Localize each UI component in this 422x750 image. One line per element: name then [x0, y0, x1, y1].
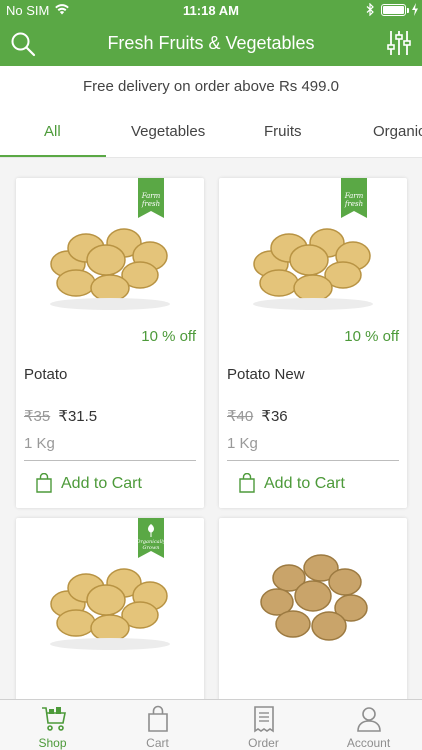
- farm-fresh-badge: Farm fresh: [138, 178, 164, 218]
- app-screen: No SIM 11:18 AM Fresh Fruits & Vegetable…: [0, 0, 422, 750]
- delivery-banner: Free delivery on order above Rs 499.0: [0, 66, 422, 108]
- unit-label: 1 Kg: [227, 435, 258, 452]
- clock: 11:18 AM: [183, 3, 239, 18]
- shopping-bag-icon: [239, 473, 255, 493]
- bluetooth-icon: [366, 3, 374, 16]
- category-tabs: All Vegetables Fruits Organic: [0, 108, 422, 158]
- product-card[interactable]: Organically Grown: [16, 518, 204, 708]
- tab-account-label: Account: [346, 736, 391, 750]
- organically-grown-badge: Organically Grown: [138, 518, 164, 558]
- charging-icon: [412, 3, 418, 16]
- tab-vegetables[interactable]: Vegetables: [131, 123, 205, 140]
- add-to-cart-label: Add to Cart: [264, 475, 345, 492]
- add-to-cart-label: Add to Cart: [61, 475, 142, 492]
- potato-image[interactable]: [239, 538, 387, 658]
- active-tab-indicator: [0, 155, 106, 157]
- shopping-bag-icon: [36, 473, 52, 493]
- add-to-cart-button[interactable]: Add to Cart: [227, 472, 399, 498]
- product-card[interactable]: Farm fresh 10 % off Potato ₹35 ₹31.5 1 K…: [16, 178, 204, 508]
- tab-all[interactable]: All: [44, 123, 61, 140]
- discount-label: 10 % off: [344, 328, 399, 345]
- original-price: ₹40: [227, 408, 254, 425]
- price-row: ₹40 ₹36: [227, 407, 288, 425]
- tab-order[interactable]: Order: [211, 700, 316, 750]
- page-title: Fresh Fruits & Vegetables: [107, 33, 315, 53]
- tab-cart[interactable]: Cart: [105, 700, 210, 750]
- tab-account[interactable]: Account: [316, 700, 421, 750]
- battery-tip: [407, 8, 409, 13]
- tab-shop-label: Shop: [38, 736, 67, 750]
- product-name[interactable]: Potato New: [227, 366, 305, 383]
- product-name[interactable]: Potato: [24, 366, 67, 383]
- tab-organic[interactable]: Organic: [373, 123, 422, 140]
- svg-text:fresh: fresh: [141, 200, 160, 208]
- farm-fresh-badge: Farm fresh: [341, 178, 367, 218]
- receipt-icon: [254, 706, 274, 733]
- unit-label: 1 Kg: [24, 435, 55, 452]
- product-card[interactable]: [219, 518, 407, 708]
- svg-text:Farm: Farm: [344, 192, 364, 200]
- sale-price: ₹31.5: [58, 408, 98, 425]
- battery-icon: [381, 4, 406, 16]
- divider: [227, 460, 399, 461]
- svg-text:Farm: Farm: [141, 192, 161, 200]
- svg-text:Grown: Grown: [143, 545, 160, 551]
- top-bar: No SIM 11:18 AM Fresh Fruits & Vegetable…: [0, 0, 422, 66]
- svg-text:fresh: fresh: [344, 200, 363, 208]
- discount-label: 10 % off: [141, 328, 196, 345]
- original-price: ₹35: [24, 408, 51, 425]
- tab-shop[interactable]: Shop: [0, 700, 105, 750]
- product-card[interactable]: Farm fresh 10 % off Potato New ₹40 ₹36 1…: [219, 178, 407, 508]
- person-icon: [357, 707, 381, 732]
- sale-price: ₹36: [261, 408, 288, 425]
- divider: [24, 460, 196, 461]
- shopping-bag-icon: [148, 705, 168, 732]
- shop-cart-icon: [42, 707, 66, 731]
- add-to-cart-button[interactable]: Add to Cart: [24, 472, 196, 498]
- filter-sliders-icon[interactable]: [386, 29, 412, 57]
- bottom-tab-bar: Shop Cart Order Account: [0, 699, 422, 750]
- price-row: ₹35 ₹31.5: [24, 407, 97, 425]
- tab-fruits[interactable]: Fruits: [264, 123, 302, 140]
- status-bar: No SIM 11:18 AM: [0, 0, 422, 22]
- tab-order-label: Order: [248, 736, 279, 750]
- tab-cart-label: Cart: [146, 736, 169, 750]
